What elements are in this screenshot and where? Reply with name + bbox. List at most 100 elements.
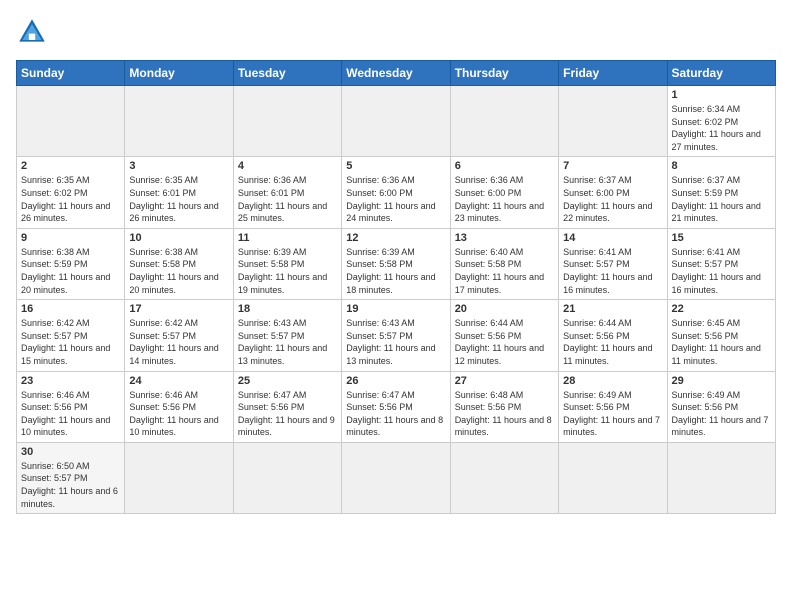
- day-number: 28: [563, 375, 662, 387]
- day-info: Sunrise: 6:34 AM Sunset: 6:02 PM Dayligh…: [672, 103, 771, 153]
- calendar-week-5: 23 Sunrise: 6:46 AM Sunset: 5:56 PM Dayli…: [17, 371, 776, 442]
- calendar-cell: 24 Sunrise: 6:46 AM Sunset: 5:56 PM Dayli…: [125, 371, 233, 442]
- day-number: 7: [563, 160, 662, 172]
- calendar-cell: 16 Sunrise: 6:42 AM Sunset: 5:57 PM Dayli…: [17, 300, 125, 371]
- calendar-cell: 17 Sunrise: 6:42 AM Sunset: 5:57 PM Dayli…: [125, 300, 233, 371]
- calendar-cell: [125, 442, 233, 513]
- calendar-cell: 25 Sunrise: 6:47 AM Sunset: 5:56 PM Dayli…: [233, 371, 341, 442]
- calendar-cell: 23 Sunrise: 6:46 AM Sunset: 5:56 PM Dayli…: [17, 371, 125, 442]
- calendar-cell: [233, 442, 341, 513]
- day-info: Sunrise: 6:42 AM Sunset: 5:57 PM Dayligh…: [129, 317, 228, 367]
- day-info: Sunrise: 6:35 AM Sunset: 6:01 PM Dayligh…: [129, 174, 228, 224]
- calendar-cell: 2 Sunrise: 6:35 AM Sunset: 6:02 PM Daylig…: [17, 157, 125, 228]
- calendar-cell: 21 Sunrise: 6:44 AM Sunset: 5:56 PM Dayli…: [559, 300, 667, 371]
- day-info: Sunrise: 6:46 AM Sunset: 5:56 PM Dayligh…: [21, 389, 120, 439]
- day-number: 14: [563, 232, 662, 244]
- day-number: 29: [672, 375, 771, 387]
- calendar-cell: [559, 86, 667, 157]
- calendar-cell: [342, 86, 450, 157]
- day-header-sunday: Sunday: [17, 61, 125, 86]
- day-number: 25: [238, 375, 337, 387]
- calendar-cell: 19Sunrise: 6:43 AM Sunset: 5:57 PM Dayli…: [342, 300, 450, 371]
- day-number: 1: [672, 89, 771, 101]
- calendar-cell: 29Sunrise: 6:49 AM Sunset: 5:56 PM Dayli…: [667, 371, 775, 442]
- day-number: 23: [21, 375, 120, 387]
- day-info: Sunrise: 6:37 AM Sunset: 5:59 PM Dayligh…: [672, 174, 771, 224]
- calendar-cell: 11 Sunrise: 6:39 AM Sunset: 5:58 PM Dayli…: [233, 228, 341, 299]
- day-number: 21: [563, 303, 662, 315]
- day-number: 8: [672, 160, 771, 172]
- calendar-week-6: 30Sunrise: 6:50 AM Sunset: 5:57 PM Dayli…: [17, 442, 776, 513]
- calendar-cell: [450, 442, 558, 513]
- day-header-friday: Friday: [559, 61, 667, 86]
- day-number: 26: [346, 375, 445, 387]
- calendar-cell: 10Sunrise: 6:38 AM Sunset: 5:58 PM Dayli…: [125, 228, 233, 299]
- calendar-cell: 5 Sunrise: 6:36 AM Sunset: 6:00 PM Daylig…: [342, 157, 450, 228]
- calendar-cell: 20Sunrise: 6:44 AM Sunset: 5:56 PM Dayli…: [450, 300, 558, 371]
- calendar-cell: 6 Sunrise: 6:36 AM Sunset: 6:00 PM Daylig…: [450, 157, 558, 228]
- calendar-cell: 22 Sunrise: 6:45 AM Sunset: 5:56 PM Dayli…: [667, 300, 775, 371]
- day-number: 3: [129, 160, 228, 172]
- day-info: Sunrise: 6:44 AM Sunset: 5:56 PM Dayligh…: [455, 317, 554, 367]
- day-info: Sunrise: 6:44 AM Sunset: 5:56 PM Dayligh…: [563, 317, 662, 367]
- day-info: Sunrise: 6:38 AM Sunset: 5:58 PM Dayligh…: [129, 246, 228, 296]
- day-number: 16: [21, 303, 120, 315]
- calendar-cell: 4Sunrise: 6:36 AM Sunset: 6:01 PM Daylig…: [233, 157, 341, 228]
- day-info: Sunrise: 6:48 AM Sunset: 5:56 PM Dayligh…: [455, 389, 554, 439]
- day-header-wednesday: Wednesday: [342, 61, 450, 86]
- page-header: [16, 16, 776, 48]
- calendar-cell: 3 Sunrise: 6:35 AM Sunset: 6:01 PM Daylig…: [125, 157, 233, 228]
- day-info: Sunrise: 6:42 AM Sunset: 5:57 PM Dayligh…: [21, 317, 120, 367]
- day-info: Sunrise: 6:35 AM Sunset: 6:02 PM Dayligh…: [21, 174, 120, 224]
- calendar-cell: 8 Sunrise: 6:37 AM Sunset: 5:59 PM Daylig…: [667, 157, 775, 228]
- day-header-monday: Monday: [125, 61, 233, 86]
- day-info: Sunrise: 6:46 AM Sunset: 5:56 PM Dayligh…: [129, 389, 228, 439]
- day-number: 27: [455, 375, 554, 387]
- day-info: Sunrise: 6:37 AM Sunset: 6:00 PM Dayligh…: [563, 174, 662, 224]
- day-info: Sunrise: 6:36 AM Sunset: 6:00 PM Dayligh…: [346, 174, 445, 224]
- calendar-cell: 26 Sunrise: 6:47 AM Sunset: 5:56 PM Dayli…: [342, 371, 450, 442]
- calendar-cell: [17, 86, 125, 157]
- day-info: Sunrise: 6:47 AM Sunset: 5:56 PM Dayligh…: [238, 389, 337, 439]
- day-number: 2: [21, 160, 120, 172]
- calendar-header-row: SundayMondayTuesdayWednesdayThursdayFrid…: [17, 61, 776, 86]
- calendar-cell: 13Sunrise: 6:40 AM Sunset: 5:58 PM Dayli…: [450, 228, 558, 299]
- calendar-week-3: 9Sunrise: 6:38 AM Sunset: 5:59 PM Daylig…: [17, 228, 776, 299]
- day-number: 6: [455, 160, 554, 172]
- day-info: Sunrise: 6:39 AM Sunset: 5:58 PM Dayligh…: [238, 246, 337, 296]
- day-number: 22: [672, 303, 771, 315]
- calendar-week-1: 1 Sunrise: 6:34 AM Sunset: 6:02 PM Daylig…: [17, 86, 776, 157]
- day-info: Sunrise: 6:36 AM Sunset: 6:00 PM Dayligh…: [455, 174, 554, 224]
- calendar-cell: [342, 442, 450, 513]
- day-header-thursday: Thursday: [450, 61, 558, 86]
- day-header-saturday: Saturday: [667, 61, 775, 86]
- calendar-cell: 9Sunrise: 6:38 AM Sunset: 5:59 PM Daylig…: [17, 228, 125, 299]
- calendar-cell: [559, 442, 667, 513]
- day-info: Sunrise: 6:45 AM Sunset: 5:56 PM Dayligh…: [672, 317, 771, 367]
- day-number: 17: [129, 303, 228, 315]
- calendar-cell: 7 Sunrise: 6:37 AM Sunset: 6:00 PM Daylig…: [559, 157, 667, 228]
- calendar-cell: 18 Sunrise: 6:43 AM Sunset: 5:57 PM Dayli…: [233, 300, 341, 371]
- calendar-week-4: 16 Sunrise: 6:42 AM Sunset: 5:57 PM Dayli…: [17, 300, 776, 371]
- calendar-cell: 12Sunrise: 6:39 AM Sunset: 5:58 PM Dayli…: [342, 228, 450, 299]
- day-info: Sunrise: 6:43 AM Sunset: 5:57 PM Dayligh…: [238, 317, 337, 367]
- calendar-table: SundayMondayTuesdayWednesdayThursdayFrid…: [16, 60, 776, 514]
- day-number: 18: [238, 303, 337, 315]
- calendar-cell: [667, 442, 775, 513]
- day-info: Sunrise: 6:47 AM Sunset: 5:56 PM Dayligh…: [346, 389, 445, 439]
- day-number: 5: [346, 160, 445, 172]
- calendar-cell: [233, 86, 341, 157]
- day-number: 15: [672, 232, 771, 244]
- calendar-cell: 1 Sunrise: 6:34 AM Sunset: 6:02 PM Daylig…: [667, 86, 775, 157]
- day-number: 12: [346, 232, 445, 244]
- day-info: Sunrise: 6:43 AM Sunset: 5:57 PM Dayligh…: [346, 317, 445, 367]
- calendar-cell: 28Sunrise: 6:49 AM Sunset: 5:56 PM Dayli…: [559, 371, 667, 442]
- calendar-cell: [450, 86, 558, 157]
- day-number: 11: [238, 232, 337, 244]
- logo-icon: [16, 16, 48, 48]
- day-number: 24: [129, 375, 228, 387]
- calendar-cell: 30Sunrise: 6:50 AM Sunset: 5:57 PM Dayli…: [17, 442, 125, 513]
- day-info: Sunrise: 6:50 AM Sunset: 5:57 PM Dayligh…: [21, 460, 120, 510]
- day-info: Sunrise: 6:41 AM Sunset: 5:57 PM Dayligh…: [563, 246, 662, 296]
- logo: [16, 16, 52, 48]
